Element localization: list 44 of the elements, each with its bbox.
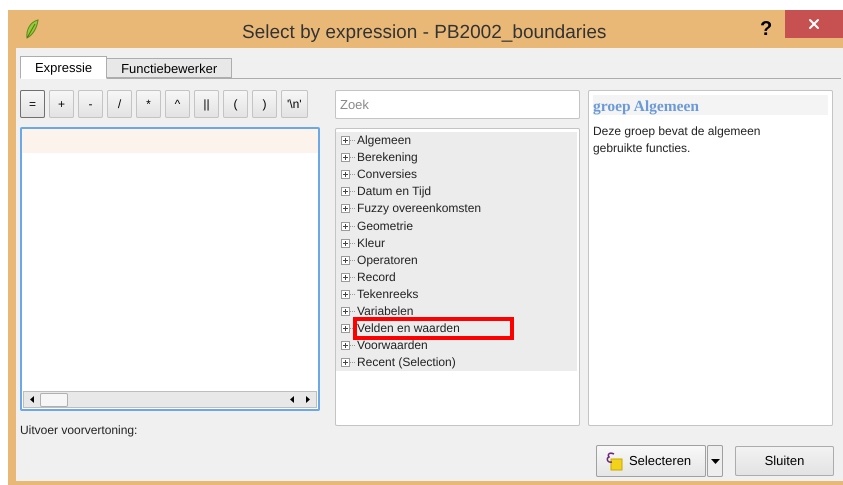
expand-icon[interactable] xyxy=(341,290,350,299)
tree-item[interactable]: Record xyxy=(357,270,396,285)
expand-icon[interactable] xyxy=(341,306,350,316)
expand-icon[interactable] xyxy=(341,341,350,350)
expand-icon[interactable] xyxy=(341,204,350,214)
operator-button[interactable]: = xyxy=(20,90,45,118)
expand-icon[interactable] xyxy=(341,222,350,231)
operator-button[interactable]: - xyxy=(78,90,103,118)
expand-icon[interactable] xyxy=(341,187,350,196)
help-button[interactable]: ? xyxy=(760,14,772,44)
operator-button[interactable]: ) xyxy=(252,90,277,118)
help-title: groep Algemeen xyxy=(593,98,700,115)
operator-button[interactable]: '\n' xyxy=(281,90,308,118)
help-text: Deze groep bevat de algemeen gebruikte functies. xyxy=(593,123,762,157)
tab[interactable]: Functiebewerker xyxy=(106,58,232,78)
expand-icon[interactable] xyxy=(341,256,350,265)
operator-button[interactable]: ( xyxy=(223,90,248,118)
expand-icon[interactable] xyxy=(341,238,350,248)
operator-button[interactable]: / xyxy=(107,90,132,118)
expand-icon[interactable] xyxy=(341,272,350,282)
scroll-thumb[interactable] xyxy=(40,392,68,406)
caret-icon xyxy=(710,458,720,464)
expand-icon[interactable] xyxy=(341,153,350,162)
horizontal-scrollbar[interactable] xyxy=(23,391,317,408)
tree-item[interactable]: Kleur xyxy=(357,236,386,251)
tab[interactable]: Expressie xyxy=(20,56,108,79)
expand-icon[interactable] xyxy=(341,358,350,368)
operator-button[interactable]: ^ xyxy=(165,90,190,118)
expand-icon[interactable] xyxy=(341,170,350,180)
expand-icon[interactable] xyxy=(341,324,350,334)
output-preview-label: Uitvoer voorvertoning: xyxy=(20,422,138,439)
window-title: Select by expression - PB2002_boundaries xyxy=(242,21,606,45)
close-button[interactable] xyxy=(785,10,843,38)
operator-button[interactable]: || xyxy=(194,90,219,118)
leaf-logo-icon xyxy=(24,18,40,40)
expand-icon[interactable] xyxy=(341,136,350,146)
close-icon xyxy=(806,16,822,32)
expression-select-icon xyxy=(605,451,623,471)
close-dialog-button[interactable]: Sluiten xyxy=(735,446,834,476)
dropdown-button[interactable] xyxy=(707,445,723,477)
operator-button[interactable]: * xyxy=(136,90,161,118)
search-field[interactable]: Zoek xyxy=(335,90,580,119)
select-button[interactable]: Selecteren xyxy=(596,445,706,477)
operator-button[interactable]: + xyxy=(49,90,74,118)
